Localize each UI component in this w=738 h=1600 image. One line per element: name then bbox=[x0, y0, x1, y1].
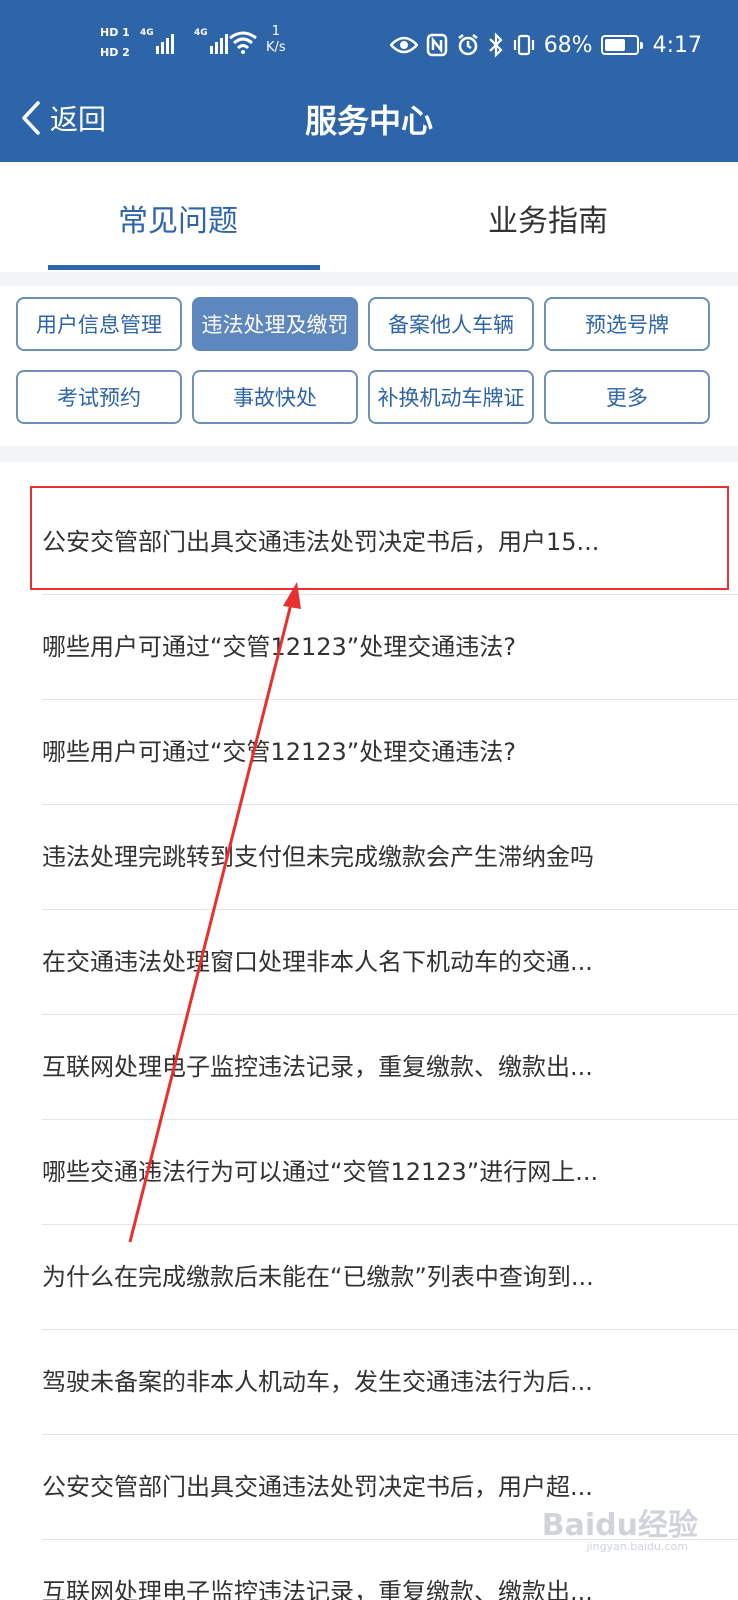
watermark-url: jingyan.baidu.com bbox=[586, 1540, 688, 1553]
network-1-label: 4G bbox=[140, 28, 154, 38]
nav-bar: 返回 服务中心 bbox=[0, 90, 738, 162]
hd1-indicator: HD 1 bbox=[100, 26, 130, 39]
question-text: 在交通违法处理窗口处理非本人名下机动车的交通... bbox=[42, 948, 593, 976]
list-item[interactable]: 在交通违法处理窗口处理非本人名下机动车的交通... bbox=[42, 910, 738, 1015]
question-text: 哪些交通违法行为可以通过“交管12123”进行网上... bbox=[42, 1158, 599, 1186]
network-speed: 1 K/s bbox=[266, 24, 286, 56]
category-violation-payment[interactable]: 违法处理及缴罚 bbox=[192, 297, 358, 351]
question-text: 驾驶未备案的非本人机动车，发生交通违法行为后... bbox=[42, 1368, 593, 1396]
vibrate-icon bbox=[513, 34, 534, 56]
category-accident-quick[interactable]: 事故快处 bbox=[192, 370, 358, 424]
signal-1-icon: 4G bbox=[140, 28, 180, 54]
category-user-info[interactable]: 用户信息管理 bbox=[16, 297, 182, 351]
category-replace-plate[interactable]: 补换机动车牌证 bbox=[368, 370, 534, 424]
active-tab-indicator bbox=[48, 265, 320, 270]
category-preselect-plate[interactable]: 预选号牌 bbox=[544, 297, 710, 351]
category-grid: 用户信息管理 违法处理及缴罚 备案他人车辆 预选号牌 考试预约 事故快处 补换机… bbox=[0, 286, 738, 446]
battery-fill bbox=[604, 39, 625, 51]
watermark-logo: Baidu经验 bbox=[541, 1508, 698, 1543]
wifi-icon bbox=[229, 31, 257, 54]
tab-guide[interactable]: 业务指南 bbox=[488, 196, 608, 240]
list-item[interactable]: 哪些交通违法行为可以通过“交管12123”进行网上... bbox=[42, 1120, 738, 1225]
tab-bar: 常见问题 业务指南 bbox=[0, 162, 738, 272]
list-item[interactable]: 公安交管部门出具交通违法处罚决定书后，用户15... bbox=[42, 490, 738, 595]
status-bar: HD 1 HD 2 4G 4G 1 K/s 68% 4:17 bbox=[0, 0, 738, 90]
list-item[interactable]: 哪些用户可通过“交管12123”处理交通违法? bbox=[42, 595, 738, 700]
list-item[interactable]: 违法处理完跳转到支付但未完成缴款会产生滞纳金吗 bbox=[42, 805, 738, 910]
section-divider-2 bbox=[0, 446, 738, 462]
question-list: 公安交管部门出具交通违法处罚决定书后，用户15... 哪些用户可通过“交管121… bbox=[0, 462, 738, 1600]
category-register-vehicle[interactable]: 备案他人车辆 bbox=[368, 297, 534, 351]
hd2-indicator: HD 2 bbox=[100, 46, 130, 59]
question-text: 违法处理完跳转到支付但未完成缴款会产生滞纳金吗 bbox=[42, 843, 594, 871]
question-text: 互联网处理电子监控违法记录，重复缴款、缴款出... bbox=[42, 1053, 593, 1081]
category-more[interactable]: 更多 bbox=[544, 370, 710, 424]
top-header: HD 1 HD 2 4G 4G 1 K/s 68% 4:17 返回 服务中心 bbox=[0, 0, 738, 162]
alarm-icon bbox=[457, 34, 478, 56]
eye-icon bbox=[389, 36, 418, 54]
question-text: 公安交管部门出具交通违法处罚决定书后，用户15... bbox=[42, 528, 600, 556]
question-text: 为什么在完成缴款后未能在“已缴款”列表中查询到... bbox=[42, 1263, 594, 1291]
speed-unit: K/s bbox=[266, 40, 286, 55]
list-item[interactable]: 哪些用户可通过“交管12123”处理交通违法? bbox=[42, 700, 738, 805]
app-screen: HD 1 HD 2 4G 4G 1 K/s 68% 4:17 返回 服务中心 常… bbox=[0, 0, 738, 1600]
question-text: 哪些用户可通过“交管12123”处理交通违法? bbox=[42, 633, 516, 661]
page-title: 服务中心 bbox=[304, 102, 433, 140]
list-item[interactable]: 驾驶未备案的非本人机动车，发生交通违法行为后... bbox=[42, 1330, 738, 1435]
speed-value: 1 bbox=[271, 24, 280, 39]
section-divider bbox=[0, 272, 738, 286]
status-right-group: 68% 4:17 bbox=[389, 28, 702, 62]
network-2-label: 4G bbox=[194, 28, 208, 38]
list-item[interactable]: 为什么在完成缴款后未能在“已缴款”列表中查询到... bbox=[42, 1225, 738, 1330]
list-item[interactable]: 互联网处理电子监控违法记录，重复缴款、缴款出... bbox=[42, 1015, 738, 1120]
question-text: 哪些用户可通过“交管12123”处理交通违法? bbox=[42, 738, 516, 766]
tab-faq[interactable]: 常见问题 bbox=[118, 196, 238, 240]
battery-percent: 68% bbox=[543, 32, 593, 58]
category-exam-booking[interactable]: 考试预约 bbox=[16, 370, 182, 424]
bluetooth-icon bbox=[488, 32, 503, 58]
clock: 4:17 bbox=[652, 32, 702, 58]
battery-icon bbox=[600, 35, 643, 55]
nfc-icon bbox=[426, 33, 447, 57]
